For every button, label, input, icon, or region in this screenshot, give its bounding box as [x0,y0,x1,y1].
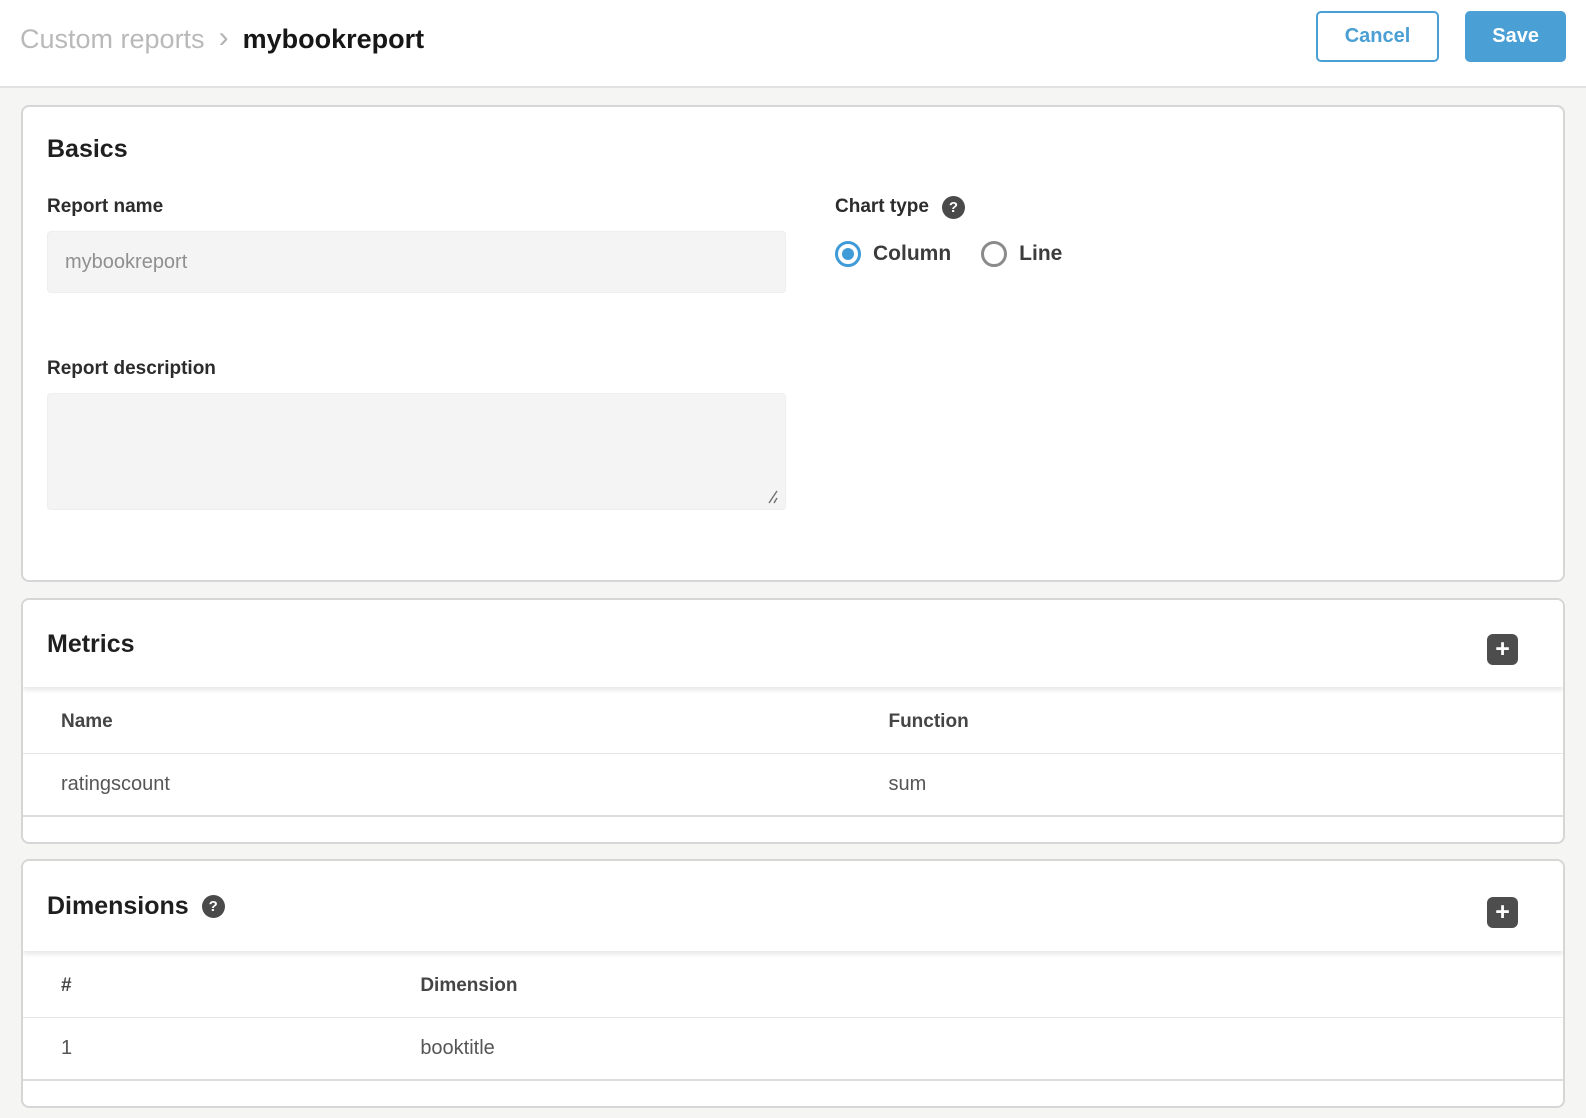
dimensions-card: Dimensions ? + # Dimension 1 booktitle [21,859,1565,1108]
dimension-row[interactable]: 1 booktitle [23,1018,1563,1081]
report-name-label: Report name [47,195,786,219]
add-dimension-button[interactable]: + [1487,897,1518,928]
breadcrumb-chevron-icon: › [219,23,229,53]
report-description-textarea[interactable] [48,394,785,509]
breadcrumb: Custom reports › mybookreport [20,24,424,55]
dimensions-help-icon[interactable]: ? [202,895,225,918]
save-button[interactable]: Save [1465,11,1566,62]
radio-selected-icon [835,241,861,267]
metric-function-cell: sum [888,754,1563,817]
basics-title: Basics [47,133,1539,165]
report-name-input[interactable] [47,231,786,293]
metrics-title: Metrics [47,628,135,660]
main-content: Basics Report name Report description Ch… [0,88,1586,1108]
metrics-table-footer [23,816,1563,842]
cancel-button[interactable]: Cancel [1316,11,1440,62]
chart-type-option-column[interactable]: Column [835,241,951,267]
chart-type-option-column-label: Column [873,242,951,266]
column-header-index: # [23,951,420,1018]
chart-type-option-line-label: Line [1019,242,1062,266]
chart-type-help-icon[interactable]: ? [942,196,965,219]
column-header-dimension: Dimension [420,951,1563,1018]
metric-name-cell: ratingscount [23,754,888,817]
dimensions-table: # Dimension 1 booktitle [23,951,1563,1106]
plus-icon: + [1495,900,1510,925]
metrics-card-header: Metrics + [23,600,1563,687]
report-description-label: Report description [47,357,786,381]
column-header-function: Function [888,687,1563,754]
metrics-card: Metrics + Name Function ratingscount sum [21,598,1565,844]
basics-card: Basics Report name Report description Ch… [21,105,1565,582]
column-header-name: Name [23,687,888,754]
add-metric-button[interactable]: + [1487,634,1518,665]
plus-icon: + [1495,637,1510,662]
metrics-header-row: Name Function [23,687,1563,754]
radio-unselected-icon [981,241,1007,267]
dimension-name-cell: booktitle [420,1018,1563,1081]
header-actions: Cancel Save [1316,11,1566,62]
chart-type-label: Chart type [835,195,929,219]
dimensions-header-row: # Dimension [23,951,1563,1018]
chart-type-option-line[interactable]: Line [981,241,1062,267]
chart-type-radio-group: Column Line [835,241,1539,267]
page-header: Custom reports › mybookreport Cancel Sav… [0,0,1586,88]
dimensions-card-header: Dimensions ? + [23,861,1563,951]
dimensions-title: Dimensions [47,890,189,922]
metrics-table: Name Function ratingscount sum [23,687,1563,842]
dimensions-table-footer [23,1080,1563,1106]
breadcrumb-parent-link[interactable]: Custom reports [20,24,205,55]
breadcrumb-current: mybookreport [243,24,425,55]
report-description-field [47,393,786,510]
dimension-index-cell: 1 [23,1018,420,1081]
metric-row[interactable]: ratingscount sum [23,754,1563,817]
textarea-resize-handle-icon[interactable] [763,489,778,504]
